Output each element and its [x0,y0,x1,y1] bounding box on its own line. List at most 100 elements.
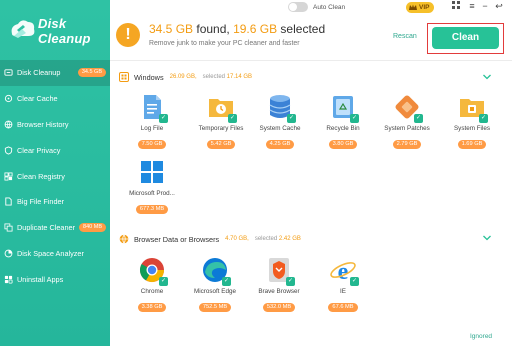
item-size: 7.50 GB [137,140,167,149]
checkbox-checked-icon[interactable]: ✓ [479,114,488,123]
item-size: 752.5 MB [198,303,232,312]
duplicate-icon [4,223,13,232]
sidebar-item-label: Disk Cleanup [17,68,61,78]
item-system-patches[interactable]: ✓ System Patches 2.79 GB [376,93,438,150]
checkbox-checked-icon[interactable]: ✓ [350,114,359,123]
item-recycle-bin[interactable]: ✓ Recycle Bin 3.80 GB [312,93,374,150]
header: Auto Clean VIP ≡ − ↩ ! 34.5 GB found, 19… [110,0,512,60]
item-size: 67.6 MB [328,303,358,312]
registry-icon [4,172,13,181]
chevron-down-icon[interactable] [482,233,492,243]
checkbox-checked-icon[interactable]: ✓ [228,114,237,123]
sidebar-item-label: Browser History [17,119,69,129]
checkbox-checked-icon[interactable]: ✓ [414,114,423,123]
item-system-files[interactable]: ✓ System Files 1.69 GB [441,93,503,150]
sidebar-item-big-file-finder[interactable]: Big File Finder [0,189,110,215]
crown-icon [409,4,417,10]
rescan-link[interactable]: Rescan [393,33,417,40]
item-microsoft-edge[interactable]: ✓ Microsoft Edge 752.5 MB [184,256,246,313]
log-file-icon: ✓ [138,93,168,123]
item-label: Recycle Bin [326,125,360,132]
back-icon[interactable]: ↩ [493,1,505,12]
selected-amount: 19.6 GB [233,22,278,36]
database-icon: ✓ [266,93,296,123]
item-system-cache[interactable]: ✓ System Cache 4.25 GB [249,93,311,150]
item-size: 1.69 GB [457,140,487,149]
sidebar-nav: Disk Cleanup 34.5 GB Clear Cache Browser… [0,60,110,292]
item-label: IE [340,288,346,295]
app-name-line1: Disk [38,16,67,31]
sidebar-item-uninstall-apps[interactable]: Uninstall Apps [0,266,110,292]
header-divider [110,60,512,61]
section-size: 26.09 GB, [169,74,197,80]
grid-menu-icon[interactable] [450,1,462,11]
item-label: Temporary Files [198,125,244,132]
item-ie[interactable]: e ✓ IE 67.6 MB [312,256,374,313]
recycle-bin-icon: ✓ [329,93,359,123]
file-icon [5,197,12,206]
section-windows-header: Windows 26.09 GB, selected 17.14 GB [119,72,252,82]
scan-subtitle: Remove junk to make your PC cleaner and … [149,40,300,47]
item-size: 532.0 MB [262,303,296,312]
section-selected-label: selected [254,236,278,242]
menu-icon[interactable]: ≡ [466,1,478,11]
item-log-file[interactable]: ✓ Log File 7.50 GB [121,93,183,150]
item-label: Chrome [140,288,164,295]
section-selected-label: selected [202,74,225,80]
item-label: Microsoft Edge [194,288,236,295]
minimize-icon[interactable]: − [479,1,491,11]
sidebar-item-duplicate-cleaner[interactable]: Duplicate Cleaner 840 MB [0,215,110,241]
checkbox-checked-icon[interactable]: ✓ [286,277,295,286]
clean-button[interactable]: Clean [432,27,499,49]
item-label: Microsoft Prod... [129,190,175,197]
item-label: System Patches [384,125,430,132]
auto-clean-toggle[interactable] [288,2,308,12]
checkbox-checked-icon[interactable]: ✓ [222,277,231,286]
section-browsers-header: Browser Data or Browsers 4.70 GB, select… [119,234,301,244]
checkbox-checked-icon[interactable]: ✓ [159,114,168,123]
sidebar-item-clean-registry[interactable]: Clean Registry [0,163,110,189]
checkbox-checked-icon[interactable]: ✓ [350,277,359,286]
browser-globe-icon [119,234,129,244]
item-brave-browser[interactable]: ✓ Brave Browser 532.0 MB [248,256,310,313]
sidebar-item-clear-cache[interactable]: Clear Cache [0,86,110,112]
sidebar-item-browser-history[interactable]: Browser History [0,112,110,138]
apps-icon [4,275,13,284]
item-chrome[interactable]: ✓ Chrome 3.38 GB [121,256,183,313]
section-selected-value: 17.14 GB [226,74,253,80]
item-temporary-files[interactable]: ✓ Temporary Files 5.42 GB [190,93,252,150]
item-label: Log File [140,125,164,132]
auto-clean-label: Auto Clean [313,3,346,11]
sidebar-item-clear-privacy[interactable]: Clear Privacy [0,137,110,163]
sidebar-item-disk-space-analyzer[interactable]: Disk Space Analyzer [0,241,110,267]
found-text: found, [193,22,234,36]
temporary-files-icon: ✓ [207,93,237,123]
item-label: System Files [453,125,491,132]
sidebar-item-label: Clear Privacy [17,145,61,155]
edge-icon: ✓ [201,256,231,286]
item-label: Brave Browser [258,288,300,295]
app-name: Disk Cleanup [38,16,91,46]
warning-icon: ! [116,23,140,47]
windows-logo-icon [119,72,129,82]
app-window: Disk Cleanup Disk Cleanup 34.5 GB Clear … [0,0,512,346]
ignored-link[interactable]: Ignored [470,333,492,340]
section-selected: selected 2.42 GB [255,236,301,242]
pie-chart-icon [4,249,13,258]
patch-icon: ✓ [393,93,423,123]
internet-explorer-icon: e ✓ [329,256,359,286]
section-title: Browser Data or Browsers [134,234,220,244]
sidebar-item-disk-cleanup[interactable]: Disk Cleanup 34.5 GB [0,60,110,86]
section-size: 4.70 GB, [225,236,249,242]
checkbox-checked-icon[interactable]: ✓ [287,114,296,123]
selected-text: selected [277,22,326,36]
chevron-down-icon[interactable] [482,72,492,82]
app-logo: Disk Cleanup [8,10,108,52]
section-selected: selected 17.14 GB [203,74,252,80]
shield-icon [4,146,13,155]
cache-icon [4,95,13,103]
checkbox-checked-icon[interactable]: ✓ [159,277,168,286]
item-microsoft-products[interactable]: Microsoft Prod... 677.3 MB [121,158,183,215]
vip-badge[interactable]: VIP [406,2,435,13]
item-size: 3.80 GB [328,140,358,149]
